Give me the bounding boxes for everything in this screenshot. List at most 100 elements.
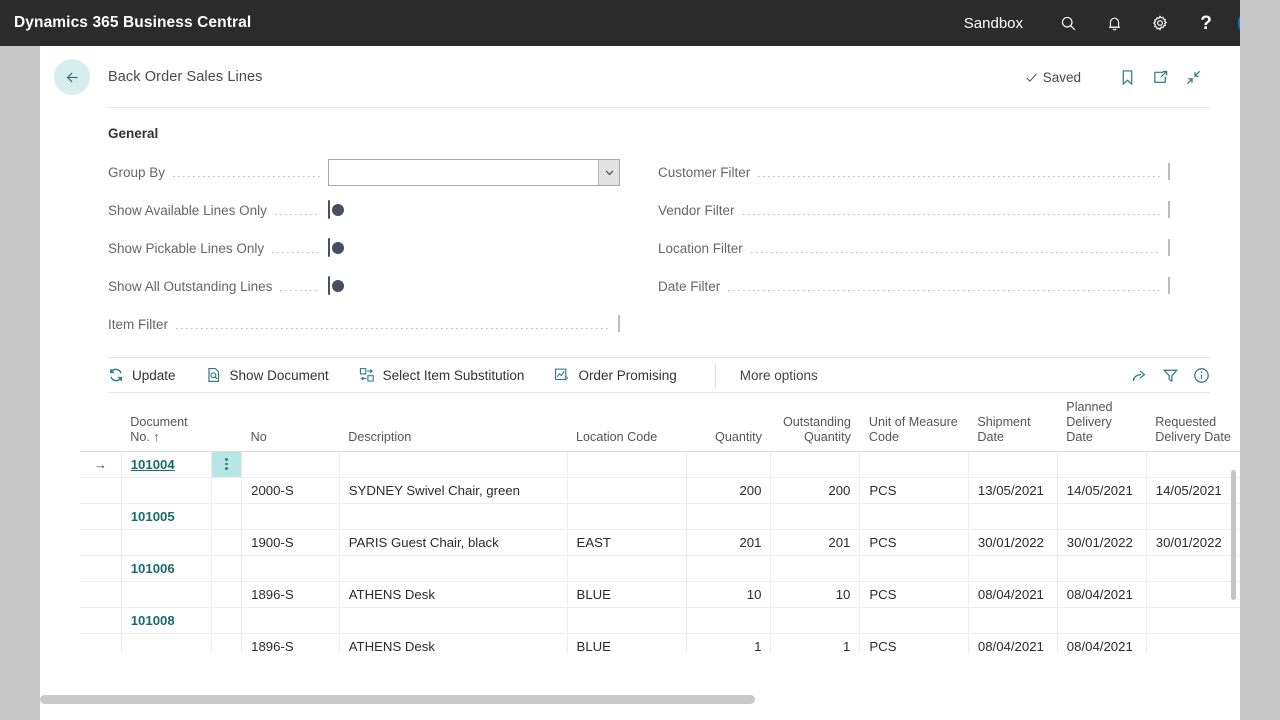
column-header-planned-delivery-date[interactable]: Planned Delivery Date [1057,393,1147,452]
vendor-filter-input[interactable] [1168,201,1170,218]
cell-location-code[interactable] [567,607,687,634]
show-available-lines-only-toggle[interactable] [328,200,344,219]
cell-unit-of-measure-code[interactable] [859,555,969,582]
grid-horizontal-scrollbar-thumb[interactable] [40,695,755,704]
group-by-combobox[interactable] [328,158,620,186]
cell-outstanding-quantity[interactable]: 201 [770,529,861,556]
document-no-link[interactable]: 101004 [131,457,175,472]
cell-quantity[interactable]: 10 [686,581,772,608]
cell-shipment-date[interactable]: 08/04/2021 [968,633,1058,653]
cell-unit-of-measure-code[interactable] [859,450,969,478]
cell-requested-delivery-date[interactable] [1146,503,1240,530]
cell-description[interactable]: SYDNEY Swivel Chair, green [339,477,568,504]
cell-requested-delivery-date[interactable] [1146,581,1240,608]
column-header-quantity[interactable]: Quantity [686,393,771,452]
notification-bell-icon[interactable] [1091,0,1137,46]
document-no-link[interactable]: 101008 [131,613,175,628]
help-question-icon[interactable]: ? [1183,0,1229,46]
cell-unit-of-measure-code[interactable]: PCS [859,581,969,608]
select-item-substitution-button[interactable]: Select Item Substitution [359,367,538,384]
cell-requested-delivery-date[interactable] [1146,633,1240,653]
cell-location-code[interactable] [567,477,687,504]
item-filter-input[interactable] [618,315,620,332]
cell-requested-delivery-date[interactable] [1146,555,1240,582]
info-circle-icon[interactable] [1193,367,1210,384]
column-header-unit-of-measure-code[interactable]: Unit of Measure Code [859,393,969,452]
column-header-no[interactable]: No [241,393,340,452]
cell-document-no[interactable]: 101006 [121,555,212,582]
cell-description[interactable] [339,450,568,478]
collapse-icon[interactable] [1177,62,1210,92]
cell-requested-delivery-date[interactable] [1146,450,1240,478]
share-icon[interactable] [1131,367,1148,384]
cell-location-code[interactable] [567,450,687,478]
cell-planned-delivery-date[interactable]: 08/04/2021 [1057,633,1147,653]
table-row[interactable]: 1896-S ATHENS Desk BLUE 10 10 PCS 08/04/… [80,581,1240,608]
cell-planned-delivery-date[interactable] [1057,503,1147,530]
date-filter-input[interactable] [1168,277,1170,294]
cell-shipment-date[interactable] [968,555,1058,582]
table-row[interactable]: 1900-S PARIS Guest Chair, black EAST 201… [80,529,1240,556]
cell-menu[interactable] [211,503,243,530]
update-button[interactable]: Update [108,367,189,384]
cell-document-no[interactable]: 101008 [121,607,212,634]
cell-planned-delivery-date[interactable] [1057,450,1147,478]
table-row[interactable]: → 101004 [80,450,1240,478]
cell-quantity[interactable] [686,503,772,530]
more-options-button[interactable]: More options [740,368,818,383]
cell-menu[interactable] [211,529,243,556]
cell-location-code[interactable] [567,503,687,530]
cell-no[interactable]: 1900-S [241,529,340,556]
cell-outstanding-quantity[interactable]: 200 [770,477,861,504]
search-icon[interactable] [1045,0,1091,46]
cell-quantity[interactable]: 1 [686,633,772,653]
cell-shipment-date[interactable]: 13/05/2021 [968,477,1058,504]
cell-quantity[interactable] [686,555,772,582]
customer-filter-input[interactable] [1168,163,1170,180]
cell-quantity[interactable]: 200 [686,477,772,504]
cell-outstanding-quantity[interactable]: 10 [770,581,861,608]
cell-document-no[interactable] [121,529,212,556]
cell-description[interactable]: PARIS Guest Chair, black [339,529,568,556]
cell-shipment-date[interactable] [968,607,1058,634]
location-filter-input[interactable] [1168,239,1170,256]
cell-outstanding-quantity[interactable] [770,607,861,634]
cell-no[interactable]: 1896-S [241,633,340,653]
cell-no[interactable] [241,503,340,530]
document-no-link[interactable]: 101006 [131,561,175,576]
cell-location-code[interactable]: BLUE [567,581,687,608]
cell-document-no[interactable]: 101004 [121,450,212,478]
table-row[interactable]: 2000-S SYDNEY Swivel Chair, green 200 20… [80,477,1240,504]
chevron-down-icon[interactable] [598,159,619,185]
filter-funnel-icon[interactable] [1162,367,1179,384]
cell-description[interactable] [339,607,568,634]
cell-unit-of-measure-code[interactable]: PCS [859,633,969,653]
table-row[interactable]: 101008 [80,607,1240,634]
back-order-sales-lines-grid[interactable]: Document No. ↑ No Description Location C… [80,393,1240,653]
cell-document-no[interactable] [121,633,212,653]
table-row[interactable]: 1896-S ATHENS Desk BLUE 1 1 PCS 08/04/20… [80,633,1240,653]
column-header-shipment-date[interactable]: Shipment Date [968,393,1058,452]
cell-menu[interactable] [211,477,243,504]
cell-document-no[interactable] [121,477,212,504]
cell-description[interactable] [339,555,568,582]
grid-vertical-scrollbar[interactable] [1231,470,1236,600]
cell-outstanding-quantity[interactable] [770,450,861,478]
order-promising-button[interactable]: ? Order Promising [554,367,689,384]
cell-menu[interactable] [211,607,243,634]
cell-planned-delivery-date[interactable]: 30/01/2022 [1057,529,1147,556]
column-header-document-no[interactable]: Document No. ↑ [121,393,212,452]
cell-no[interactable] [241,555,340,582]
cell-requested-delivery-date[interactable]: 30/01/2022 [1146,529,1240,556]
cell-unit-of-measure-code[interactable]: PCS [859,529,969,556]
show-pickable-lines-only-toggle[interactable] [328,238,344,257]
cell-quantity[interactable] [686,450,772,478]
cell-unit-of-measure-code[interactable] [859,607,969,634]
cell-no[interactable] [241,607,340,634]
column-header-location-code[interactable]: Location Code [567,393,687,452]
cell-location-code[interactable]: EAST [567,529,687,556]
cell-shipment-date[interactable]: 08/04/2021 [968,581,1058,608]
cell-quantity[interactable] [686,607,772,634]
cell-requested-delivery-date[interactable] [1146,607,1240,634]
cell-location-code[interactable]: BLUE [567,633,687,653]
